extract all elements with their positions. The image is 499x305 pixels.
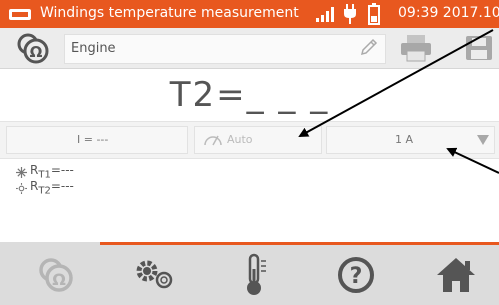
snowflake-icon (16, 166, 27, 178)
sun-icon (16, 182, 27, 194)
home-icon (437, 258, 475, 292)
result-list: RT1=--- RT2=--- (16, 163, 74, 197)
save-icon[interactable] (464, 34, 494, 62)
mode-label: Auto (227, 133, 253, 146)
nav-settings-button[interactable] (125, 251, 185, 299)
mode-select[interactable]: Auto (194, 126, 322, 154)
result-row-rt1: RT1=--- (16, 163, 74, 181)
gauge-icon (204, 135, 222, 146)
settings-row: I = --- Auto 1 A (0, 121, 499, 159)
signal-icon (316, 7, 334, 22)
current-select[interactable]: 1 A (326, 126, 495, 154)
object-bar: Ω Engine (0, 28, 499, 69)
result-label-rt1: RT1=--- (30, 163, 74, 181)
current-readout-text: I = --- (77, 133, 109, 146)
settings-icon (136, 260, 173, 289)
pencil-icon[interactable] (359, 37, 379, 57)
plug-icon (344, 4, 356, 24)
current-readout: I = --- (6, 126, 188, 154)
resistance-mode-icon[interactable]: Ω (14, 32, 54, 64)
result-display: T2=_ _ _ (0, 69, 499, 121)
measure-mode-icon (9, 9, 31, 20)
chevron-down-icon (477, 135, 489, 145)
clock-date: 09:39 2017.10.27 (398, 5, 499, 21)
nav-home-button[interactable] (426, 251, 486, 299)
svg-text:Ω: Ω (30, 43, 43, 61)
nav-temperature-button[interactable] (226, 251, 286, 299)
svg-text:Ω: Ω (52, 270, 66, 289)
status-bar: Windings temperature measurement 09:39 2… (0, 0, 499, 28)
object-name-field[interactable]: Engine (64, 34, 386, 64)
nav-resistance-button[interactable]: Ω (26, 251, 86, 299)
resistance-mode-icon: Ω (39, 258, 73, 292)
object-name: Engine (71, 41, 116, 56)
window-title: Windings temperature measurement (40, 5, 299, 21)
bottom-nav: Ω ? (0, 245, 499, 305)
help-icon: ? (338, 257, 374, 293)
result-label-rt2: RT2=--- (30, 179, 74, 197)
result-row-rt2: RT2=--- (16, 179, 74, 197)
current-select-value: 1 A (395, 133, 414, 146)
main-result: T2=_ _ _ (169, 75, 330, 115)
nav-help-button[interactable]: ? (326, 251, 386, 299)
battery-icon (368, 3, 380, 25)
thermometer-icon (247, 253, 266, 295)
printer-icon[interactable] (399, 33, 433, 63)
svg-text:?: ? (350, 264, 363, 289)
